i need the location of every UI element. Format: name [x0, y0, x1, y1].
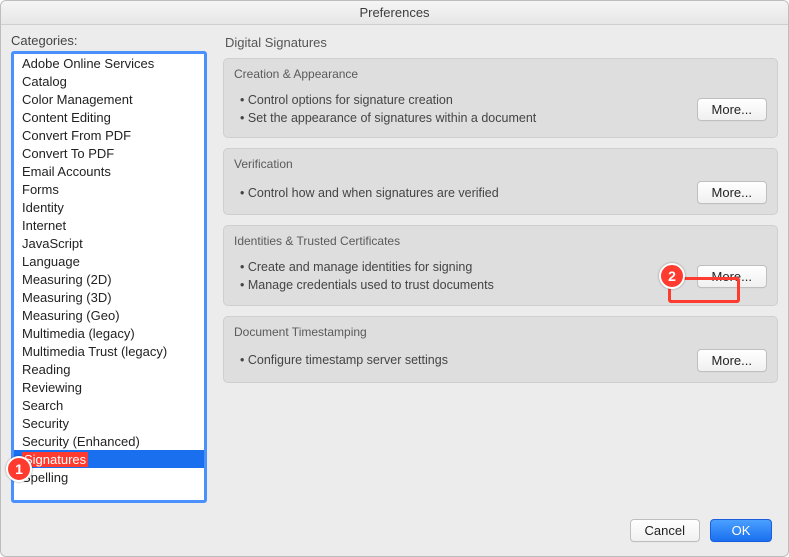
- category-item-adobe-online-services[interactable]: Adobe Online Services: [14, 54, 204, 72]
- category-item-measuring-3d-[interactable]: Measuring (3D): [14, 288, 204, 306]
- categories-column: Categories: Adobe Online ServicesCatalog…: [11, 33, 207, 509]
- bullet-item: Control how and when signatures are veri…: [240, 184, 499, 202]
- more-button[interactable]: More...: [697, 349, 767, 372]
- category-item-security-enhanced-[interactable]: Security (Enhanced): [14, 432, 204, 450]
- window-title: Preferences: [1, 1, 788, 25]
- section-row: Control options for signature creationSe…: [234, 91, 767, 127]
- annotation-callout-2: 2: [659, 263, 685, 289]
- bullet-item: Create and manage identities for signing: [240, 258, 494, 276]
- category-item-content-editing[interactable]: Content Editing: [14, 108, 204, 126]
- section-heading: Document Timestamping: [234, 325, 767, 339]
- section-creation-appearance: Creation & Appearance Control options for…: [223, 58, 778, 138]
- category-item-measuring-geo-[interactable]: Measuring (Geo): [14, 306, 204, 324]
- category-item-spelling[interactable]: Spelling: [14, 468, 204, 486]
- preferences-window: Preferences Categories: Adobe Online Ser…: [0, 0, 789, 557]
- category-item-search[interactable]: Search: [14, 396, 204, 414]
- category-item-measuring-2d-[interactable]: Measuring (2D): [14, 270, 204, 288]
- section-row: Create and manage identities for signing…: [234, 258, 767, 294]
- section-bullets: Control options for signature creationSe…: [234, 91, 536, 127]
- more-button[interactable]: More...: [697, 265, 767, 288]
- section-bullets: Configure timestamp server settings: [234, 351, 448, 369]
- section-row: Configure timestamp server settings More.…: [234, 349, 767, 372]
- section-bullets: Create and manage identities for signing…: [234, 258, 494, 294]
- category-item-identity[interactable]: Identity: [14, 198, 204, 216]
- category-item-internet[interactable]: Internet: [14, 216, 204, 234]
- categories-listbox[interactable]: Adobe Online ServicesCatalogColor Manage…: [14, 54, 204, 500]
- category-item-label: Signatures: [22, 452, 88, 467]
- annotation-callout-1: 1: [6, 456, 32, 482]
- category-item-language[interactable]: Language: [14, 252, 204, 270]
- section-heading: Creation & Appearance: [234, 67, 767, 81]
- section-verification: Verification Control how and when signatu…: [223, 148, 778, 215]
- settings-panel: Digital Signatures Creation & Appearance…: [223, 33, 778, 509]
- bullet-item: Configure timestamp server settings: [240, 351, 448, 369]
- bullet-item: Set the appearance of signatures within …: [240, 109, 536, 127]
- cancel-button[interactable]: Cancel: [630, 519, 700, 542]
- category-item-forms[interactable]: Forms: [14, 180, 204, 198]
- category-item-email-accounts[interactable]: Email Accounts: [14, 162, 204, 180]
- section-heading: Verification: [234, 157, 767, 171]
- section-heading: Identities & Trusted Certificates: [234, 234, 767, 248]
- category-item-security[interactable]: Security: [14, 414, 204, 432]
- section-row: Control how and when signatures are veri…: [234, 181, 767, 204]
- category-item-reviewing[interactable]: Reviewing: [14, 378, 204, 396]
- categories-listbox-highlight: Adobe Online ServicesCatalogColor Manage…: [11, 51, 207, 503]
- category-item-catalog[interactable]: Catalog: [14, 72, 204, 90]
- section-document-timestamping: Document Timestamping Configure timestamp…: [223, 316, 778, 383]
- category-item-signatures[interactable]: Signatures: [14, 450, 204, 468]
- more-button[interactable]: More...: [697, 181, 767, 204]
- dialog-footer: Cancel OK: [1, 509, 788, 556]
- section-identities-trusted-certificates: Identities & Trusted Certificates Create …: [223, 225, 778, 305]
- more-button[interactable]: More...: [697, 98, 767, 121]
- categories-label: Categories:: [11, 33, 207, 48]
- panel-title: Digital Signatures: [225, 35, 778, 50]
- category-item-javascript[interactable]: JavaScript: [14, 234, 204, 252]
- section-bullets: Control how and when signatures are veri…: [234, 184, 499, 202]
- category-item-color-management[interactable]: Color Management: [14, 90, 204, 108]
- category-item-convert-to-pdf[interactable]: Convert To PDF: [14, 144, 204, 162]
- settings-sections: Creation & Appearance Control options for…: [223, 58, 778, 509]
- category-item-multimedia-trust-legacy-[interactable]: Multimedia Trust (legacy): [14, 342, 204, 360]
- category-item-convert-from-pdf[interactable]: Convert From PDF: [14, 126, 204, 144]
- bullet-item: Control options for signature creation: [240, 91, 536, 109]
- category-item-reading[interactable]: Reading: [14, 360, 204, 378]
- ok-button[interactable]: OK: [710, 519, 772, 542]
- bullet-item: Manage credentials used to trust documen…: [240, 276, 494, 294]
- category-item-multimedia-legacy-[interactable]: Multimedia (legacy): [14, 324, 204, 342]
